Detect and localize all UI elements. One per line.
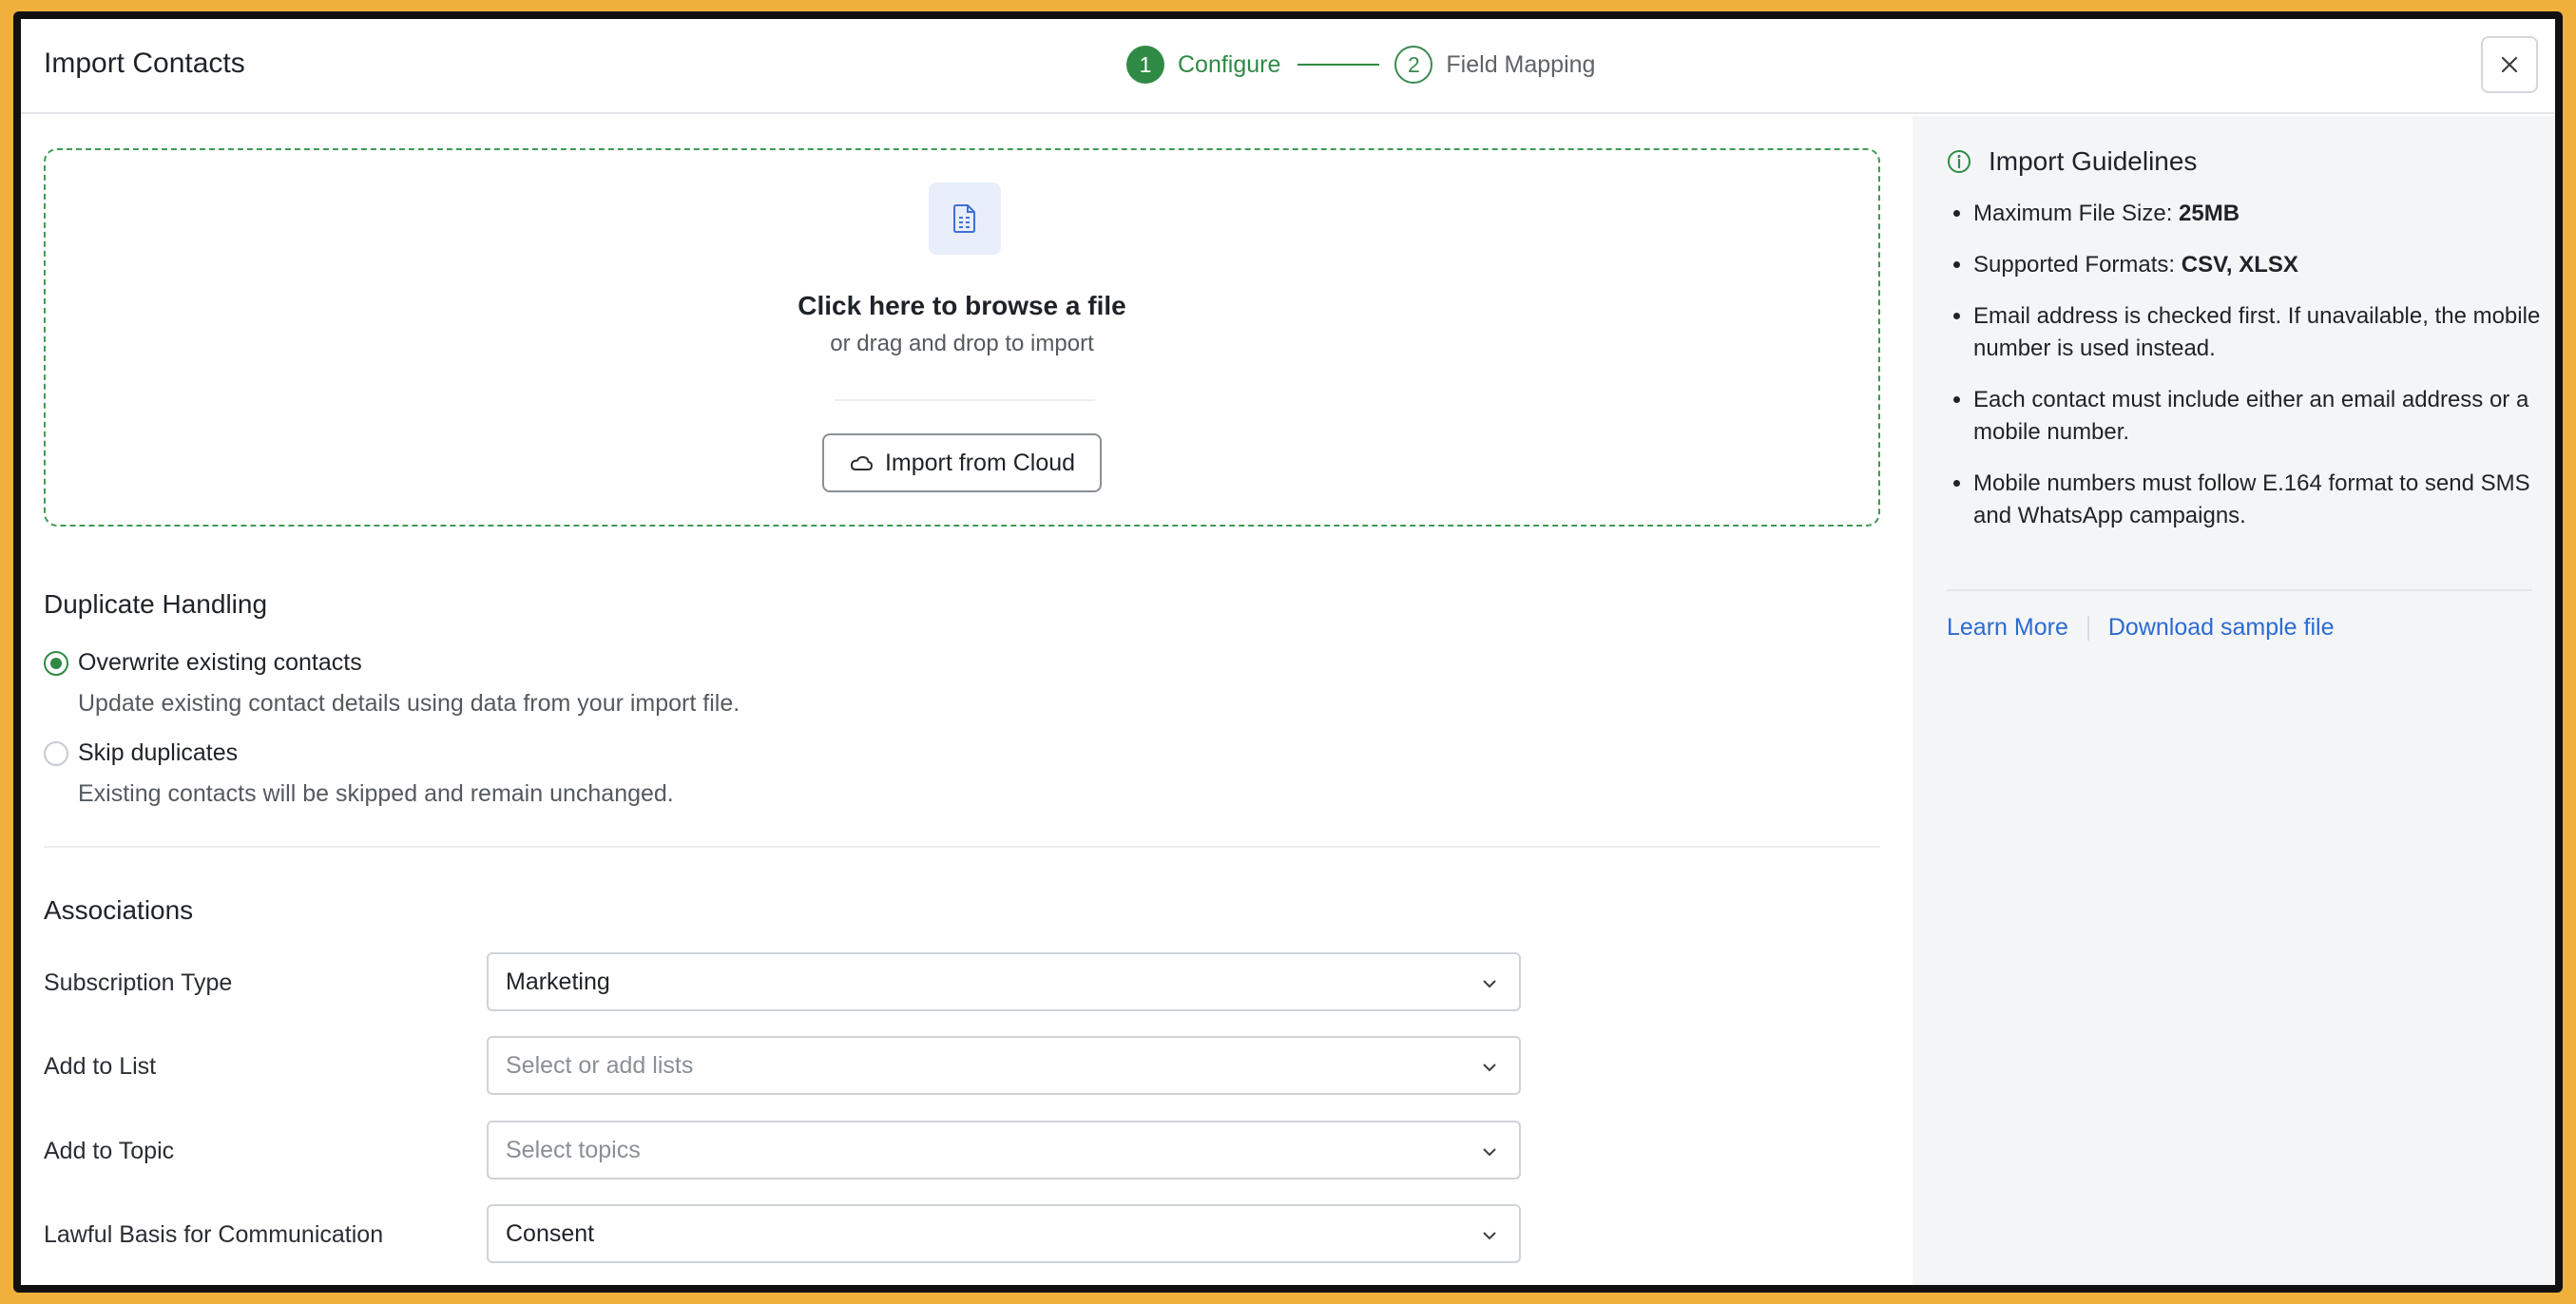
import-contacts-dialog: Import Contacts 1 Configure 2 Field Mapp… <box>21 19 2555 1285</box>
import-from-cloud-label: Import from Cloud <box>884 449 1076 476</box>
add-to-topic-label: Add to Topic <box>44 1138 175 1164</box>
guidelines-header: Import Guidelines <box>1947 146 2197 177</box>
close-button[interactable] <box>2481 36 2538 93</box>
file-dropzone[interactable]: Click here to browse a file or drag and … <box>44 148 1880 527</box>
radio-overwrite-label[interactable]: Overwrite existing contacts <box>78 649 362 677</box>
guidelines-divider <box>1947 589 2532 591</box>
drag-drop-hint: or drag and drop to import <box>830 331 1094 356</box>
associations-heading: Associations <box>44 895 194 925</box>
dropzone-divider <box>835 399 1095 401</box>
cloud-icon <box>850 455 873 470</box>
subscription-type-select[interactable]: Marketing <box>487 952 1521 1011</box>
guidelines-links: Learn More Download sample file <box>1947 614 2334 642</box>
step-1-number: 1 <box>1126 46 1164 84</box>
step-2-number: 2 <box>1394 46 1433 84</box>
lawful-basis-label: Lawful Basis for Communication <box>44 1221 384 1248</box>
add-to-list-select[interactable]: Select or add lists <box>487 1036 1521 1095</box>
download-sample-link[interactable]: Download sample file <box>2108 614 2335 642</box>
guideline-item: Maximum File Size: 25MB <box>1973 198 2544 230</box>
link-separator <box>2086 615 2089 641</box>
window-frame: Import Contacts 1 Configure 2 Field Mapp… <box>13 11 2563 1293</box>
lawful-basis-select[interactable]: Consent <box>487 1204 1521 1263</box>
file-document-icon <box>929 182 1001 255</box>
main-content: Click here to browse a file or drag and … <box>21 116 1913 1285</box>
stepper: 1 Configure 2 Field Mapping <box>1126 44 1595 86</box>
step-1-label[interactable]: Configure <box>1178 51 1280 79</box>
chevron-down-icon <box>1483 1148 1496 1157</box>
chevron-down-icon <box>1483 1232 1496 1240</box>
guideline-item: Supported Formats: CSV, XLSX <box>1973 249 2544 281</box>
guidelines-list: Maximum File Size: 25MB Supported Format… <box>1973 198 2544 551</box>
radio-overwrite-row[interactable]: Overwrite existing contacts <box>44 649 362 677</box>
add-to-list-placeholder: Select or add lists <box>506 1051 694 1079</box>
guideline-item: Each contact must include either an emai… <box>1973 384 2544 449</box>
import-from-cloud-button[interactable]: Import from Cloud <box>822 433 1102 492</box>
radio-skip-row[interactable]: Skip duplicates <box>44 739 238 767</box>
close-icon <box>2501 56 2518 73</box>
radio-skip-label[interactable]: Skip duplicates <box>78 739 238 767</box>
guideline-item: Email address is checked first. If unava… <box>1973 300 2544 365</box>
chevron-down-icon <box>1483 980 1496 988</box>
guideline-item: Mobile numbers must follow E.164 format … <box>1973 468 2544 532</box>
radio-skip[interactable] <box>44 740 68 766</box>
browse-file-link[interactable]: Click here to browse a file <box>46 291 1878 321</box>
chevron-down-icon <box>1483 1064 1496 1072</box>
section-divider <box>44 846 1880 848</box>
dialog-title: Import Contacts <box>44 48 245 79</box>
guidelines-title: Import Guidelines <box>1989 146 2198 176</box>
add-to-topic-placeholder: Select topics <box>506 1136 641 1163</box>
dialog-header: Import Contacts 1 Configure 2 Field Mapp… <box>21 19 2555 114</box>
add-to-topic-select[interactable]: Select topics <box>487 1121 1521 1179</box>
step-2-label[interactable]: Field Mapping <box>1446 51 1595 79</box>
learn-more-link[interactable]: Learn More <box>1947 614 2068 642</box>
info-icon <box>1948 150 1970 173</box>
radio-overwrite-description: Update existing contact details using da… <box>78 690 740 717</box>
radio-skip-description: Existing contacts will be skipped and re… <box>78 780 674 807</box>
subscription-type-value: Marketing <box>506 968 610 995</box>
radio-overwrite[interactable] <box>44 650 68 676</box>
add-to-list-label: Add to List <box>44 1053 157 1080</box>
guidelines-panel: Import Guidelines Maximum File Size: 25M… <box>1913 116 2555 1285</box>
step-connector <box>1298 64 1380 66</box>
duplicate-handling-heading: Duplicate Handling <box>44 589 268 619</box>
subscription-type-label: Subscription Type <box>44 969 233 996</box>
lawful-basis-value: Consent <box>506 1219 595 1247</box>
